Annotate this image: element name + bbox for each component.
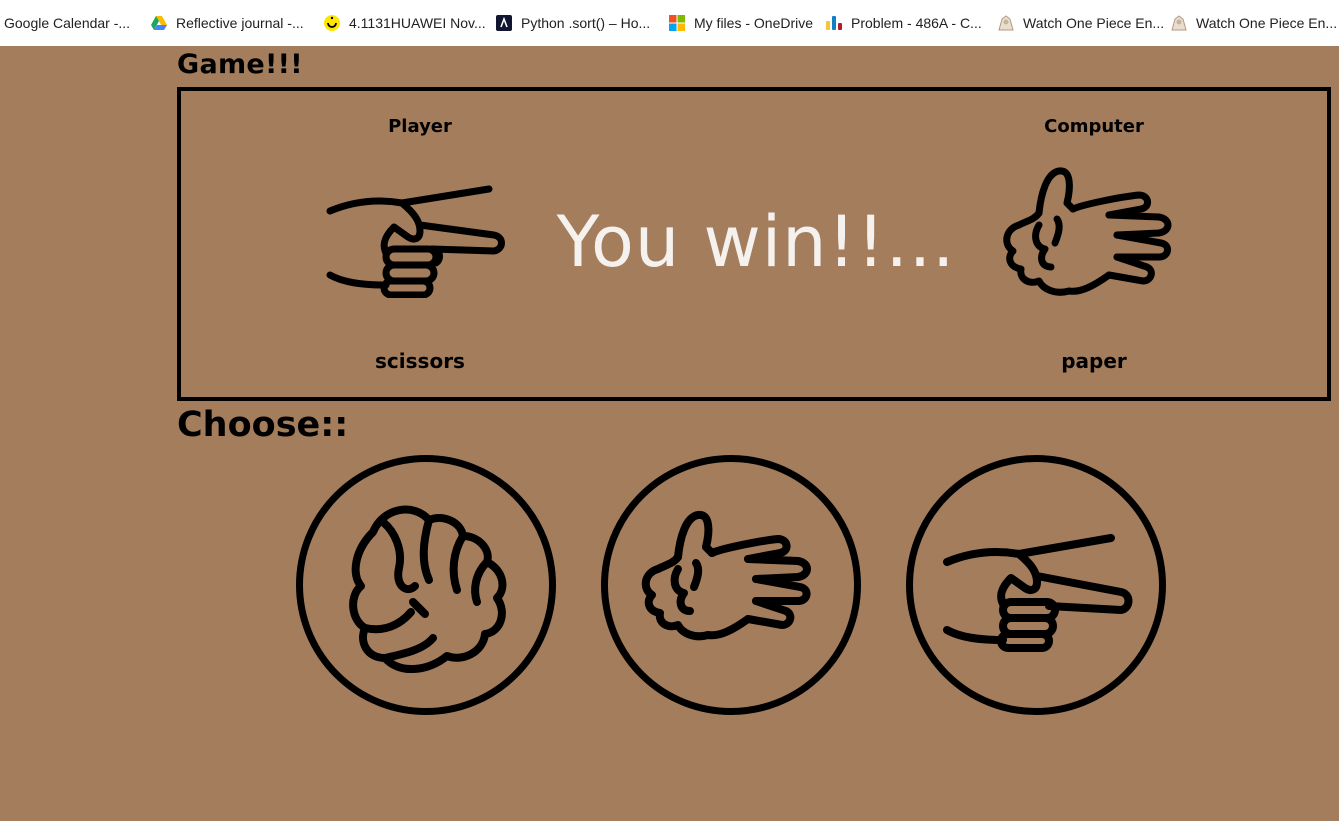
bookmark-python-sort[interactable]: Python .sort() – Ho... (495, 0, 650, 46)
bookmark-label: 4.1131HUAWEI Nov... (349, 15, 486, 31)
bookmark-one-piece-2[interactable]: Watch One Piece En... (1170, 0, 1337, 46)
anime-site-icon (997, 14, 1015, 32)
bookmark-label: Reflective journal -... (176, 15, 304, 31)
choose-title: Choose:: (177, 405, 349, 445)
paper-choice-button[interactable] (601, 455, 861, 715)
bookmark-label: Google Calendar -... (4, 15, 131, 31)
bookmark-label: Watch One Piece En... (1196, 15, 1338, 31)
bookmark-label: Python .sort() – Ho... (521, 15, 651, 31)
smiley-icon (323, 14, 341, 32)
bookmark-reflective-journal[interactable]: Reflective journal -... (150, 0, 304, 46)
bookmark-one-piece-1[interactable]: Watch One Piece En... (997, 0, 1164, 46)
bookmark-codeforces[interactable]: Problem - 486A - C... (825, 0, 982, 46)
scissors-choice-button[interactable] (906, 455, 1166, 715)
codeforces-icon (825, 14, 843, 32)
player-scissors-hand-icon (324, 183, 509, 298)
result-message: You win!!... (556, 201, 956, 283)
google-drive-icon (150, 14, 168, 32)
anime-site-icon (1170, 14, 1188, 32)
microsoft-icon (668, 14, 686, 32)
computer-paper-hand-icon (999, 163, 1189, 313)
bookmark-onedrive[interactable]: My files - OneDrive (668, 0, 813, 46)
bookmark-label: My files - OneDrive (694, 15, 814, 31)
game-title: Game!!! (177, 49, 303, 80)
bookmark-google-calendar[interactable]: Google Calendar -... (4, 0, 130, 46)
scissors-hand-icon (943, 534, 1133, 652)
game-board: Player Computer You win!!... scissors pa… (177, 87, 1331, 401)
bookmark-label: Problem - 486A - C... (851, 15, 982, 31)
bookmark-label: Watch One Piece En... (1023, 15, 1165, 31)
paper-hand-icon (641, 510, 811, 641)
bookmark-huawei[interactable]: 4.1131HUAWEI Nov... (323, 0, 486, 46)
codecademy-icon (495, 14, 513, 32)
player-label: Player (388, 116, 452, 137)
rock-choice-button[interactable] (296, 455, 556, 715)
bookmarks-bar: Google Calendar -... Reflective journal … (0, 0, 1339, 46)
computer-label: Computer (1044, 116, 1144, 137)
computer-choice-label: paper (1061, 349, 1127, 373)
rock-hand-icon (349, 505, 507, 674)
player-choice-label: scissors (375, 349, 465, 373)
